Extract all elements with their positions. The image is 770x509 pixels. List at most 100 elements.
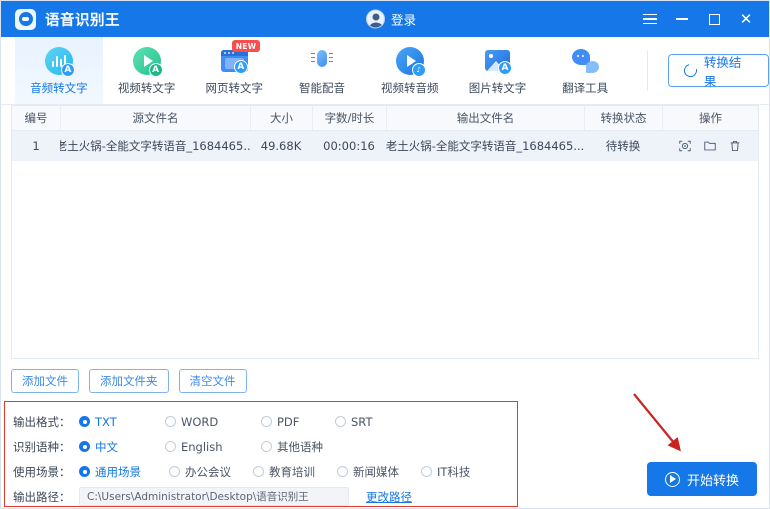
tab-webpage-to-text[interactable]: A NEW 网页转文字 (190, 37, 278, 104)
option-label: 教育培训 (269, 464, 315, 479)
scene-label: 使用场景： (13, 464, 71, 479)
option-label: TXT (95, 414, 117, 429)
option-label: 通用场景 (95, 464, 141, 479)
app-logo-icon (15, 8, 36, 30)
format-option-srt[interactable]: SRT (335, 415, 372, 429)
play-circle-icon (664, 471, 680, 487)
minimize-icon[interactable] (667, 6, 697, 32)
login-label: 登录 (390, 12, 417, 28)
col-header-status: 转换状态 (584, 106, 662, 130)
scene-option-general[interactable]: 通用场景 (79, 464, 169, 480)
option-label: PDF (277, 414, 300, 429)
add-folder-button[interactable]: 添加文件夹 (89, 369, 169, 393)
format-option-txt[interactable]: TXT (79, 415, 165, 429)
format-option-pdf[interactable]: PDF (261, 415, 335, 429)
new-badge: NEW (232, 40, 260, 52)
scene-option-education[interactable]: 教育培训 (253, 464, 337, 480)
output-format-row: 输出格式： TXT WORD PDF SRT (13, 409, 517, 434)
open-folder-icon[interactable] (703, 139, 717, 153)
login-button[interactable]: 登录 (365, 9, 417, 29)
option-label: WORD (181, 414, 219, 429)
webpage-to-text-icon: A NEW (219, 40, 260, 76)
cell-size: 49.68K (260, 139, 302, 153)
tab-video-to-audio[interactable]: ♪ 视频转音频 (366, 37, 454, 104)
refresh-icon (681, 61, 700, 80)
video-to-audio-icon: ♪ (394, 45, 426, 77)
col-header-duration: 字数/时长 (312, 106, 386, 130)
radio-icon (79, 466, 90, 477)
tab-label: 翻译工具 (562, 81, 609, 95)
option-label: 新闻媒体 (353, 464, 399, 479)
scene-option-it[interactable]: IT科技 (421, 464, 470, 480)
image-to-text-icon: A (482, 45, 513, 76)
tab-audio-to-text[interactable]: A 音频转文字 (15, 37, 103, 104)
option-label: 办公会议 (185, 464, 231, 479)
smart-dubbing-icon (307, 45, 338, 76)
cell-source: 老土火锅-全能文字转语音_1684465... (60, 139, 250, 153)
conversion-result-button[interactable]: 转换结果 (668, 54, 769, 89)
start-convert-button[interactable]: 开始转换 (647, 462, 757, 496)
clear-files-button[interactable]: 清空文件 (178, 369, 247, 393)
file-action-buttons: 添加文件 添加文件夹 清空文件 (1, 359, 769, 403)
col-header-source: 源文件名 (60, 106, 250, 130)
tab-smart-dubbing[interactable]: 智能配音 (278, 37, 366, 104)
radio-icon (261, 441, 272, 452)
hamburger-menu-icon[interactable] (635, 6, 665, 32)
conversion-result-label: 转换结果 (703, 54, 742, 89)
tab-label: 图片转文字 (468, 81, 527, 95)
scene-option-office[interactable]: 办公会议 (169, 464, 253, 480)
app-title: 语音识别王 (45, 12, 120, 29)
format-option-word[interactable]: WORD (165, 415, 261, 429)
radio-icon (79, 441, 90, 452)
tab-translate-tool[interactable]: 翻译工具 (541, 37, 629, 104)
option-label: 其他语种 (277, 439, 323, 454)
tab-video-to-text[interactable]: A 视频转文字 (103, 37, 191, 104)
tab-label: 视频转文字 (117, 81, 176, 95)
language-option-english[interactable]: English (165, 440, 261, 454)
tab-label: 智能配音 (299, 81, 346, 95)
col-header-output: 输出文件名 (386, 106, 584, 130)
delete-icon[interactable] (728, 139, 742, 153)
avatar-icon (365, 9, 385, 29)
maximize-icon[interactable] (699, 6, 729, 32)
tab-image-to-text[interactable]: A 图片转文字 (454, 37, 542, 104)
file-table: 编号 源文件名 大小 字数/时长 输出文件名 转换状态 操作 1 老土火锅-全能… (11, 105, 759, 359)
language-option-chinese[interactable]: 中文 (79, 439, 165, 455)
table-body: 1 老土火锅-全能文字转语音_1684465... 49.68K 00:00:1… (12, 131, 758, 358)
radio-icon (421, 466, 432, 477)
col-header-no: 编号 (24, 111, 48, 125)
output-path-label: 输出路径： (13, 489, 71, 504)
cell-no: 1 (32, 139, 40, 153)
cell-output: 老土火锅-全能文字转语音_1684465... (386, 139, 584, 153)
radio-icon (335, 416, 346, 427)
cell-duration: 00:00:16 (323, 139, 375, 153)
translate-tool-icon (570, 45, 601, 76)
radio-icon (165, 441, 176, 452)
language-row: 识别语种： 中文 English 其他语种 (13, 434, 517, 459)
title-bar: 语音识别王 登录 ✕ (1, 1, 769, 37)
close-icon[interactable]: ✕ (731, 6, 761, 32)
settings-panel: 输出格式： TXT WORD PDF SRT 识别语种： 中文 English … (4, 401, 518, 507)
tab-label: 网页转文字 (205, 81, 264, 95)
start-convert-label: 开始转换 (686, 473, 739, 489)
scene-option-news[interactable]: 新闻媒体 (337, 464, 421, 480)
scene-row: 使用场景： 通用场景 办公会议 教育培训 新闻媒体 IT科技 (13, 459, 517, 484)
radio-icon (261, 416, 272, 427)
toolbar-divider (647, 50, 649, 91)
tab-label: 视频转音频 (380, 81, 439, 95)
table-header-row: 编号 源文件名 大小 字数/时长 输出文件名 转换状态 操作 (12, 105, 758, 131)
change-path-link[interactable]: 更改路径 (366, 489, 412, 505)
option-label: IT科技 (437, 464, 471, 479)
tab-label: 音频转文字 (30, 81, 88, 95)
output-path-input[interactable]: C:\Users\Administrator\Desktop\语音识别王 (79, 487, 349, 506)
language-option-other[interactable]: 其他语种 (261, 439, 323, 455)
col-header-size: 大小 (250, 106, 312, 130)
table-row[interactable]: 1 老土火锅-全能文字转语音_1684465... 49.68K 00:00:1… (12, 131, 758, 161)
add-file-button[interactable]: 添加文件 (11, 369, 79, 393)
language-label: 识别语种： (13, 439, 71, 454)
window-controls: ✕ (635, 6, 761, 32)
col-header-actions: 操作 (662, 106, 758, 130)
tool-tab-bar: A 音频转文字 A 视频转文字 A NEW 网页转文字 智能配音 ♪ 视频转音频… (1, 37, 769, 105)
preview-icon[interactable] (678, 139, 692, 153)
radio-icon (169, 466, 180, 477)
